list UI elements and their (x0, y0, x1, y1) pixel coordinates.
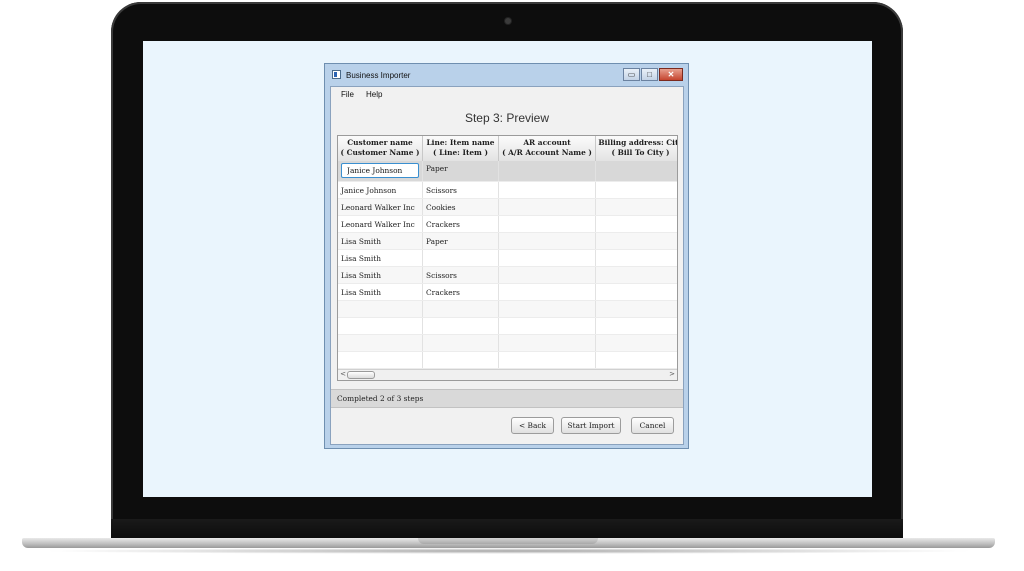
table-cell[interactable] (499, 233, 596, 249)
table-cell[interactable]: Lisa Smith (338, 233, 423, 249)
page-title: Step 3: Preview (464, 111, 550, 125)
table-row[interactable]: Paper (338, 161, 677, 182)
laptop-screen: Business Importer ▭ □ ✕ File Help Step 3… (143, 41, 872, 497)
table-cell[interactable]: Scissors (423, 182, 499, 198)
table-cell[interactable] (499, 284, 596, 300)
table-row[interactable]: Lisa Smith Scissors (338, 267, 677, 284)
table-cell[interactable] (499, 182, 596, 198)
laptop-base-notch (418, 538, 598, 544)
table-cell (338, 161, 423, 181)
column-header-ar-account[interactable]: AR account ( A/R Account Name ) (499, 136, 596, 161)
table-cell[interactable]: Lisa Smith (338, 284, 423, 300)
title-bar[interactable]: Business Importer ▭ □ ✕ (325, 64, 688, 86)
table-cell[interactable] (499, 352, 596, 368)
close-icon[interactable]: ✕ (659, 68, 683, 81)
app-window: Business Importer ▭ □ ✕ File Help Step 3… (324, 63, 689, 449)
table-cell[interactable] (499, 335, 596, 351)
table-cell[interactable] (596, 318, 677, 334)
table-cell[interactable] (423, 318, 499, 334)
column-header-billing-city[interactable]: Billing address: City ( Bill To City ) (596, 136, 677, 161)
table-row[interactable] (338, 318, 677, 335)
table-row[interactable]: Lisa Smith Paper (338, 233, 677, 250)
table-cell[interactable] (499, 199, 596, 215)
table-cell[interactable]: Crackers (423, 216, 499, 232)
table-row[interactable] (338, 301, 677, 318)
table-cell[interactable] (499, 267, 596, 283)
table-cell[interactable] (596, 267, 677, 283)
table-cell[interactable] (596, 199, 677, 215)
window-content: File Help Step 3: Preview Customer name … (330, 86, 684, 445)
table-header: Customer name ( Customer Name ) Line: It… (338, 136, 677, 162)
table-cell[interactable] (596, 182, 677, 198)
scroll-left-icon[interactable]: < (339, 370, 347, 379)
preview-table: Customer name ( Customer Name ) Line: It… (337, 135, 678, 381)
laptop-shadow (40, 548, 977, 554)
menu-help[interactable]: Help (366, 90, 382, 99)
table-row[interactable]: Leonard Walker Inc Cookies (338, 199, 677, 216)
window-controls: ▭ □ ✕ (622, 68, 683, 81)
table-row[interactable]: Leonard Walker Inc Crackers (338, 216, 677, 233)
table-cell[interactable]: Leonard Walker Inc (338, 216, 423, 232)
maximize-icon[interactable]: □ (641, 68, 658, 81)
column-header-customer-name[interactable]: Customer name ( Customer Name ) (338, 136, 423, 161)
app-icon (332, 70, 341, 79)
table-cell[interactable]: Paper (423, 161, 499, 181)
column-header-item-name[interactable]: Line: Item name ( Line: Item ) (423, 136, 499, 161)
scroll-right-icon[interactable]: > (668, 370, 676, 379)
laptop-hinge (111, 519, 903, 539)
table-row[interactable]: Janice Johnson Scissors (338, 182, 677, 199)
table-row[interactable] (338, 335, 677, 352)
table-cell[interactable] (338, 335, 423, 351)
table-cell[interactable]: Paper (423, 233, 499, 249)
table-cell[interactable] (499, 301, 596, 317)
table-cell[interactable]: Janice Johnson (338, 182, 423, 198)
table-cell[interactable] (338, 352, 423, 368)
table-cell[interactable] (596, 233, 677, 249)
table-cell[interactable] (423, 335, 499, 351)
table-cell[interactable]: Cookies (423, 199, 499, 215)
menu-file[interactable]: File (341, 90, 354, 99)
table-cell[interactable]: Crackers (423, 284, 499, 300)
table-cell[interactable]: Lisa Smith (338, 250, 423, 266)
horizontal-scrollbar[interactable]: < > (338, 369, 677, 380)
table-cell[interactable]: Leonard Walker Inc (338, 199, 423, 215)
table-cell[interactable] (499, 250, 596, 266)
table-cell[interactable] (596, 335, 677, 351)
table-cell[interactable]: Lisa Smith (338, 267, 423, 283)
table-cell[interactable] (338, 318, 423, 334)
table-cell[interactable] (499, 216, 596, 232)
table-cell[interactable] (596, 216, 677, 232)
cancel-button[interactable]: Cancel (631, 417, 674, 434)
table-cell[interactable]: Scissors (423, 267, 499, 283)
status-text: Completed 2 of 3 steps (337, 394, 424, 403)
back-button[interactable]: < Back (511, 417, 554, 434)
scrollbar-thumb[interactable] (347, 371, 375, 379)
table-cell[interactable] (596, 161, 677, 181)
table-cell[interactable] (423, 352, 499, 368)
window-title: Business Importer (346, 71, 411, 80)
table-cell[interactable] (423, 250, 499, 266)
table-cell[interactable] (499, 318, 596, 334)
table-cell[interactable] (596, 352, 677, 368)
table-row[interactable]: Lisa Smith Crackers (338, 284, 677, 301)
cell-edit-input[interactable] (341, 163, 419, 178)
table-cell[interactable] (423, 301, 499, 317)
table-cell[interactable] (596, 284, 677, 300)
table-cell[interactable] (596, 301, 677, 317)
status-bar: Completed 2 of 3 steps (331, 389, 683, 408)
webcam-icon (505, 18, 511, 24)
start-import-button[interactable]: Start Import (561, 417, 621, 434)
menu-bar: File Help (331, 87, 683, 102)
table-cell[interactable] (338, 301, 423, 317)
table-cell[interactable] (499, 161, 596, 181)
minimize-icon[interactable]: ▭ (623, 68, 640, 81)
table-row[interactable]: Lisa Smith (338, 250, 677, 267)
table-cell[interactable] (596, 250, 677, 266)
table-row[interactable] (338, 352, 677, 369)
